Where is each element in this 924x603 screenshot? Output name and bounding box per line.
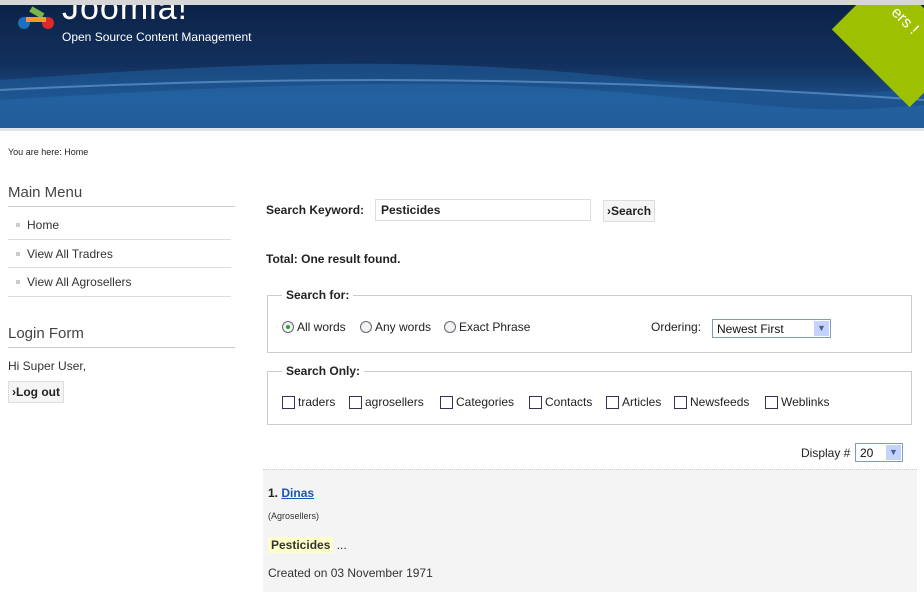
option-label: Exact Phrase: [459, 320, 531, 334]
radio-checked-icon: [282, 321, 294, 333]
snippet-rest: ...: [336, 538, 347, 552]
login-form-title: Login Form: [8, 325, 235, 348]
search-only-legend: Search Only:: [286, 364, 361, 378]
option-label: All words: [297, 320, 346, 334]
checkbox-traders[interactable]: traders: [282, 395, 335, 409]
main-menu-title: Main Menu: [8, 184, 235, 207]
ribbon-text: ers !: [887, 5, 922, 38]
result-created-date: Created on 03 November 1971: [268, 566, 433, 580]
total-results: Total: One result found.: [266, 252, 401, 266]
checkbox-categories[interactable]: Categories: [440, 395, 514, 409]
tagline: Open Source Content Management: [62, 30, 252, 44]
checkbox-icon: [765, 395, 778, 409]
search-keyword-input[interactable]: Pesticides: [375, 199, 591, 221]
display-value: 20: [860, 446, 874, 460]
display-count-select[interactable]: 20 ▼: [855, 443, 903, 462]
checkbox-contacts[interactable]: Contacts: [529, 395, 592, 409]
search-keyword-label: Search Keyword:: [266, 203, 365, 217]
header-divider: [0, 128, 924, 131]
search-for-legend: Search for:: [286, 288, 350, 302]
search-result: 1. Dinas (Agrosellers) Pesticides ... Cr…: [263, 469, 917, 592]
checkbox-icon: [440, 395, 453, 409]
site-header: Joomla! Open Source Content Management e…: [0, 5, 924, 128]
sidebar: Main Menu Home View All Tradres View All…: [8, 184, 235, 403]
checkbox-label: Articles: [622, 395, 662, 409]
radio-icon: [444, 321, 456, 333]
checkbox-label: Weblinks: [781, 395, 830, 409]
breadcrumb: You are here: Home: [8, 147, 89, 157]
logo-text: Joomla!: [62, 5, 189, 27]
menu-item-home[interactable]: Home: [8, 211, 231, 240]
checkbox-label: Categories: [456, 395, 515, 409]
radio-exact-phrase[interactable]: Exact Phrase: [444, 320, 530, 334]
search-button[interactable]: ›Search: [603, 200, 656, 222]
checkbox-label: Newsfeeds: [690, 395, 750, 409]
result-number: 1.: [268, 486, 279, 500]
checkbox-weblinks[interactable]: Weblinks: [765, 395, 829, 409]
radio-any-words[interactable]: Any words: [360, 320, 431, 334]
checkbox-icon: [674, 395, 687, 409]
main-menu: Home View All Tradres View All Agroselle…: [8, 211, 231, 297]
checkbox-icon: [349, 395, 362, 409]
checkbox-articles[interactable]: Articles: [606, 395, 661, 409]
ordering-select[interactable]: Newest First ▼: [712, 319, 831, 338]
ordering-label: Ordering:: [651, 320, 702, 334]
joomla-logo-icon: [18, 6, 54, 29]
option-label: Any words: [375, 320, 432, 334]
ordering-value: Newest First: [717, 322, 784, 336]
checkbox-icon: [606, 395, 619, 409]
result-section: (Agrosellers): [268, 511, 320, 521]
display-label: Display #: [801, 446, 851, 460]
checkbox-label: agrosellers: [365, 395, 424, 409]
menu-item-view-all-agrosellers[interactable]: View All Agrosellers: [8, 268, 231, 297]
chevron-down-icon: ▼: [886, 445, 901, 460]
highlighted-term: Pesticides: [268, 537, 334, 553]
checkbox-agrosellers[interactable]: agrosellers: [349, 395, 424, 409]
checkbox-icon: [282, 395, 295, 409]
checkbox-newsfeeds[interactable]: Newsfeeds: [674, 395, 749, 409]
logout-button[interactable]: ›Log out: [8, 380, 64, 403]
chevron-down-icon: ▼: [814, 321, 829, 336]
checkbox-label: traders: [298, 395, 336, 409]
menu-item-view-all-tradres[interactable]: View All Tradres: [8, 240, 231, 268]
result-title-link[interactable]: Dinas: [281, 486, 314, 500]
checkbox-label: Contacts: [545, 395, 593, 409]
radio-all-words[interactable]: All words: [282, 320, 346, 334]
greeting: Hi Super User,: [8, 358, 87, 373]
radio-icon: [360, 321, 372, 333]
checkbox-icon: [529, 395, 542, 409]
